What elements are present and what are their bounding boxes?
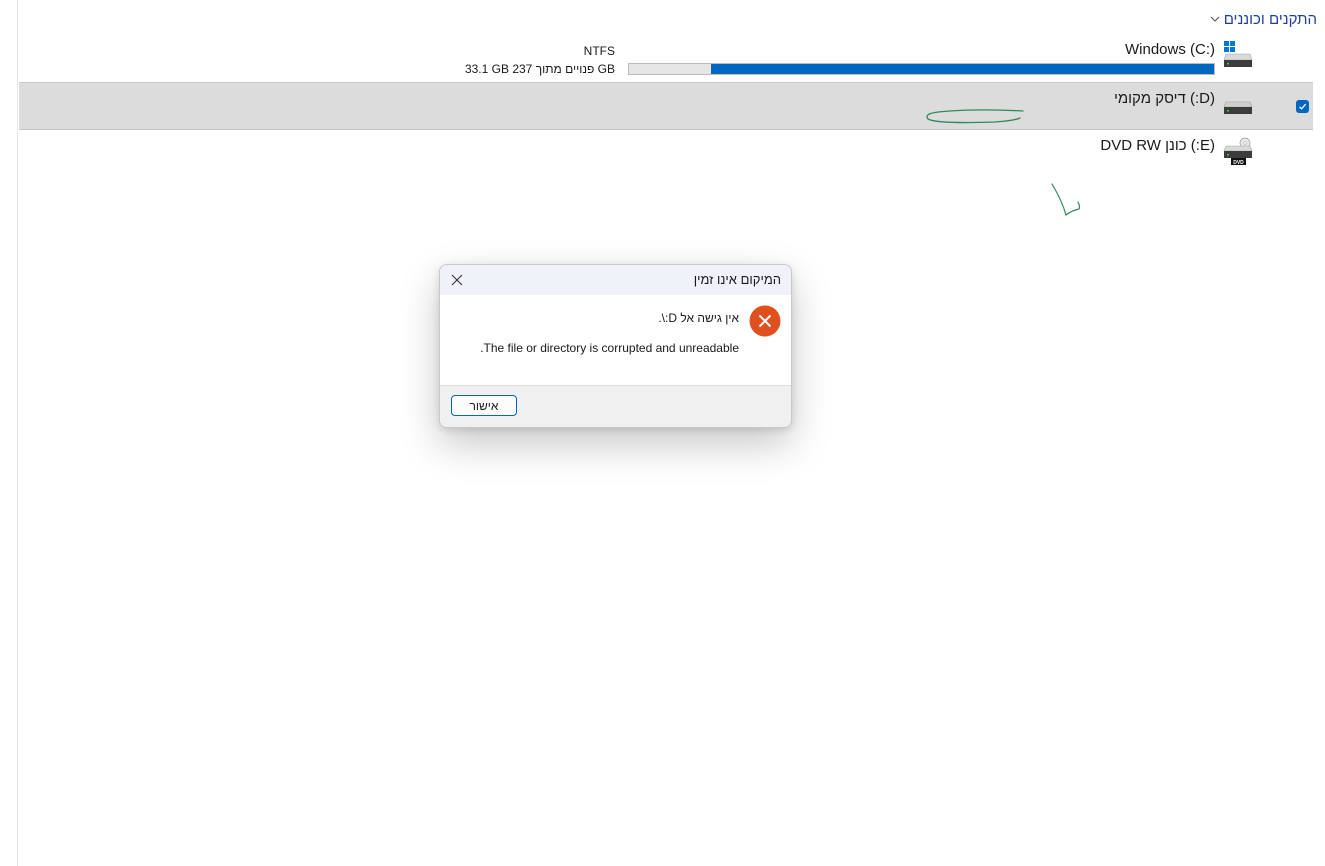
annotation-arrow	[1051, 183, 1081, 217]
drive-usage-bar	[628, 63, 1215, 75]
location-unavailable-dialog: המיקום אינו זמין אין גישה אל D:\. The fi…	[439, 264, 792, 428]
error-message-detail: The file or directory is corrupted and u…	[480, 341, 739, 355]
drive-usage-fill	[710, 64, 1214, 74]
selection-checkbox[interactable]	[1296, 100, 1309, 113]
dialog-close-button[interactable]	[444, 267, 470, 293]
dialog-titlebar: המיקום אינו זמין	[440, 265, 791, 295]
checkmark-icon	[1299, 103, 1307, 110]
devices-and-drives-header[interactable]: התקנים וכוננים	[1209, 9, 1317, 29]
drive-item-e[interactable]: DVD (E:) כונן DVD RW	[19, 133, 1313, 173]
drive-name: Windows (C:)	[1124, 41, 1215, 58]
error-icon	[749, 305, 781, 337]
ok-button[interactable]: אישור	[451, 395, 517, 416]
free-space-label: 33.1 GB פנויים מתוך 237 GB	[464, 62, 615, 76]
section-title: התקנים וכוננים	[1223, 10, 1317, 28]
dvd-drive-icon: DVD	[1223, 137, 1253, 166]
drive-name: (E:) כונן DVD RW	[1100, 137, 1215, 154]
error-message-path: אין גישה אל D:\.	[658, 311, 739, 325]
drive-name: (D:) דיסק מקומי	[1113, 90, 1215, 107]
windows-drive-icon	[1223, 41, 1253, 67]
chevron-down-icon	[1210, 16, 1220, 22]
dialog-title: המיקום אינו זמין	[693, 272, 781, 287]
drive-item-d[interactable]: (D:) דיסק מקומי	[19, 82, 1313, 130]
filesystem-label: NTFS	[583, 44, 615, 58]
close-icon	[451, 274, 463, 286]
dialog-footer: אישור	[440, 385, 791, 427]
pane-divider	[17, 0, 18, 866]
dvd-badge: DVD	[1233, 160, 1244, 166]
drive-item-c[interactable]: Windows (C:) NTFS 33.1 GB פנויים מתוך 23…	[19, 36, 1313, 82]
hard-drive-icon	[1223, 101, 1253, 114]
